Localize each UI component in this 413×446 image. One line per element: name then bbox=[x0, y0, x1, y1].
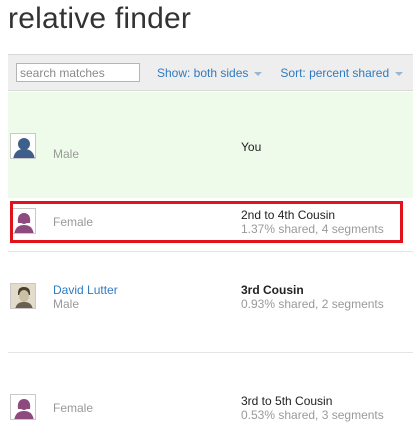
sort-dropdown[interactable]: Sort: percent shared bbox=[280, 65, 404, 80]
profile-photo[interactable] bbox=[10, 283, 36, 309]
search-input[interactable] bbox=[16, 63, 140, 82]
chevron-down-icon bbox=[254, 71, 263, 76]
gender-label: Female bbox=[53, 215, 94, 229]
match-info: Female bbox=[53, 215, 93, 229]
female-silhouette-icon bbox=[10, 208, 36, 234]
relationship-label: 2nd to 4th Cousin bbox=[241, 208, 336, 222]
female-silhouette-icon bbox=[10, 394, 36, 420]
show-sides-dropdown[interactable]: Show: both sides bbox=[157, 65, 263, 80]
shared-stats: 0.53% shared, 3 segments bbox=[241, 408, 384, 422]
relationship-info: 3rd to 5th Cousin 0.53% shared, 3 segmen… bbox=[241, 394, 384, 422]
toolbar: Show: both sides Sort: percent shared bbox=[8, 54, 413, 91]
match-info: Male bbox=[53, 147, 79, 161]
shared-stats: 0.93% shared, 2 segments bbox=[241, 297, 384, 311]
sort-label: Sort: percent shared bbox=[280, 65, 390, 80]
relationship-info: 2nd to 4th Cousin 1.37% shared, 4 segmen… bbox=[241, 208, 384, 236]
row-divider bbox=[8, 251, 413, 252]
page-title: relative finder bbox=[8, 2, 192, 35]
match-name-link[interactable]: David Lutter bbox=[53, 283, 118, 297]
shared-stats: 1.37% shared, 4 segments bbox=[241, 222, 384, 236]
show-sides-label: Show: both sides bbox=[157, 65, 249, 80]
gender-label: Female bbox=[53, 401, 94, 415]
relationship-label: You bbox=[241, 140, 262, 154]
gender-label: Male bbox=[53, 297, 80, 311]
male-silhouette-icon bbox=[10, 133, 36, 159]
chevron-down-icon bbox=[395, 71, 404, 76]
match-info: Female bbox=[53, 401, 93, 415]
row-divider bbox=[8, 352, 413, 353]
relative-finder-page: relative finder Show: both sides Sort: p… bbox=[0, 0, 413, 446]
relationship-info: You bbox=[241, 140, 261, 154]
match-row-you bbox=[8, 92, 413, 198]
relationship-label: 3rd to 5th Cousin bbox=[241, 394, 333, 408]
match-info: David Lutter Male bbox=[53, 283, 118, 311]
relationship-info: 3rd Cousin 0.93% shared, 2 segments bbox=[241, 283, 384, 311]
gender-label: Male bbox=[53, 147, 80, 161]
relationship-label: 3rd Cousin bbox=[241, 283, 304, 297]
